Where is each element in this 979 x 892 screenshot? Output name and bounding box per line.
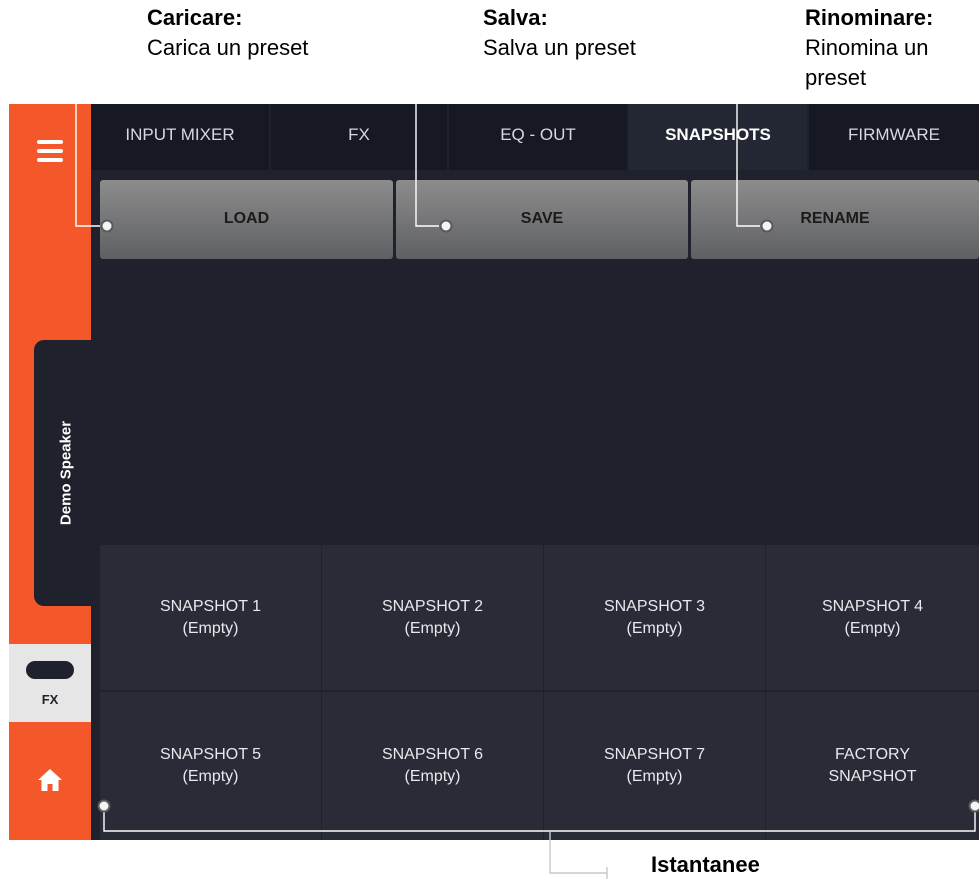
tab-eq-out[interactable]: EQ - OUT: [449, 104, 627, 170]
fx-indicator: [26, 661, 74, 679]
fx-label: FX: [41, 692, 59, 707]
snapshot-slot-2[interactable]: SNAPSHOT 2 (Empty): [322, 545, 543, 690]
snapshot-name: SNAPSHOT 4: [821, 597, 924, 615]
load-button[interactable]: LOAD: [100, 180, 393, 259]
tab-fx[interactable]: FX: [271, 104, 447, 170]
tab-bar: INPUT MIXER FX EQ - OUT SNAPSHOTS FIRMWA…: [91, 104, 979, 170]
device-tab[interactable]: Demo Speaker: [34, 340, 98, 606]
snapshot-slot-3[interactable]: SNAPSHOT 3 (Empty): [544, 545, 765, 690]
snapshot-status: (Empty): [844, 619, 901, 637]
tab-firmware[interactable]: FIRMWARE: [809, 104, 979, 170]
fx-toggle[interactable]: FX: [9, 644, 91, 722]
snapshot-slot-7[interactable]: SNAPSHOT 7 (Empty): [544, 692, 765, 840]
snapshot-status: (Empty): [182, 768, 239, 785]
action-bar: LOAD SAVE RENAME: [100, 180, 979, 259]
snapshot-slot-4[interactable]: SNAPSHOT 4 (Empty): [766, 545, 979, 690]
home-icon[interactable]: [37, 768, 63, 792]
callout-load-desc: Carica un preset: [147, 35, 309, 60]
factory-snapshot-slot[interactable]: FACTORY SNAPSHOT: [766, 692, 979, 840]
snapshot-status: (Empty): [626, 768, 683, 785]
rename-button[interactable]: RENAME: [691, 180, 979, 259]
snapshot-status: (Empty): [404, 768, 461, 785]
snapshot-name: SNAPSHOT 6: [381, 746, 484, 763]
snapshot-status: (Empty): [404, 619, 461, 637]
snapshot-name: SNAPSHOT 7: [603, 746, 706, 763]
save-button[interactable]: SAVE: [396, 180, 688, 259]
callout-rename-desc: Rinomina un preset: [805, 35, 929, 90]
snapshot-grid: SNAPSHOT 1 (Empty) SNAPSHOT 2 (Empty) SN…: [100, 545, 979, 840]
callout-load-title: Caricare:: [147, 5, 243, 30]
left-rail: Demo Speaker FX: [9, 104, 98, 840]
callout-save-title: Salva:: [483, 5, 548, 30]
snapshot-name: SNAPSHOT 2: [381, 597, 484, 615]
snapshot-name: FACTORY: [835, 746, 910, 763]
tab-snapshots[interactable]: SNAPSHOTS: [629, 104, 807, 170]
callout-save-desc: Salva un preset: [483, 35, 636, 60]
callout-snapshots: Istantanee: [651, 850, 851, 880]
tab-input-mixer[interactable]: INPUT MIXER: [91, 104, 269, 170]
device-label: Demo Speaker: [57, 420, 75, 526]
callout-load: Caricare: Carica un preset: [147, 3, 387, 63]
snapshot-name: SNAPSHOT 1: [159, 597, 262, 615]
menu-icon[interactable]: [37, 140, 63, 162]
snapshot-slot-1[interactable]: SNAPSHOT 1 (Empty): [100, 545, 321, 690]
snapshot-slot-6[interactable]: SNAPSHOT 6 (Empty): [322, 692, 543, 840]
snapshot-status: (Empty): [626, 619, 683, 637]
callout-save: Salva: Salva un preset: [483, 3, 723, 63]
app-window: Demo Speaker FX INPUT MIXER FX EQ - OUT …: [9, 104, 979, 840]
snapshot-slot-5[interactable]: SNAPSHOT 5 (Empty): [100, 692, 321, 840]
callout-snapshots-title: Istantanee: [651, 852, 760, 877]
snapshot-status: SNAPSHOT: [828, 768, 917, 785]
callout-rename: Rinominare: Rinomina un preset: [805, 3, 975, 93]
snapshot-name: SNAPSHOT 5: [159, 746, 262, 763]
snapshot-status: (Empty): [182, 619, 239, 637]
snapshot-name: SNAPSHOT 3: [603, 597, 706, 615]
callout-rename-title: Rinominare:: [805, 5, 934, 30]
